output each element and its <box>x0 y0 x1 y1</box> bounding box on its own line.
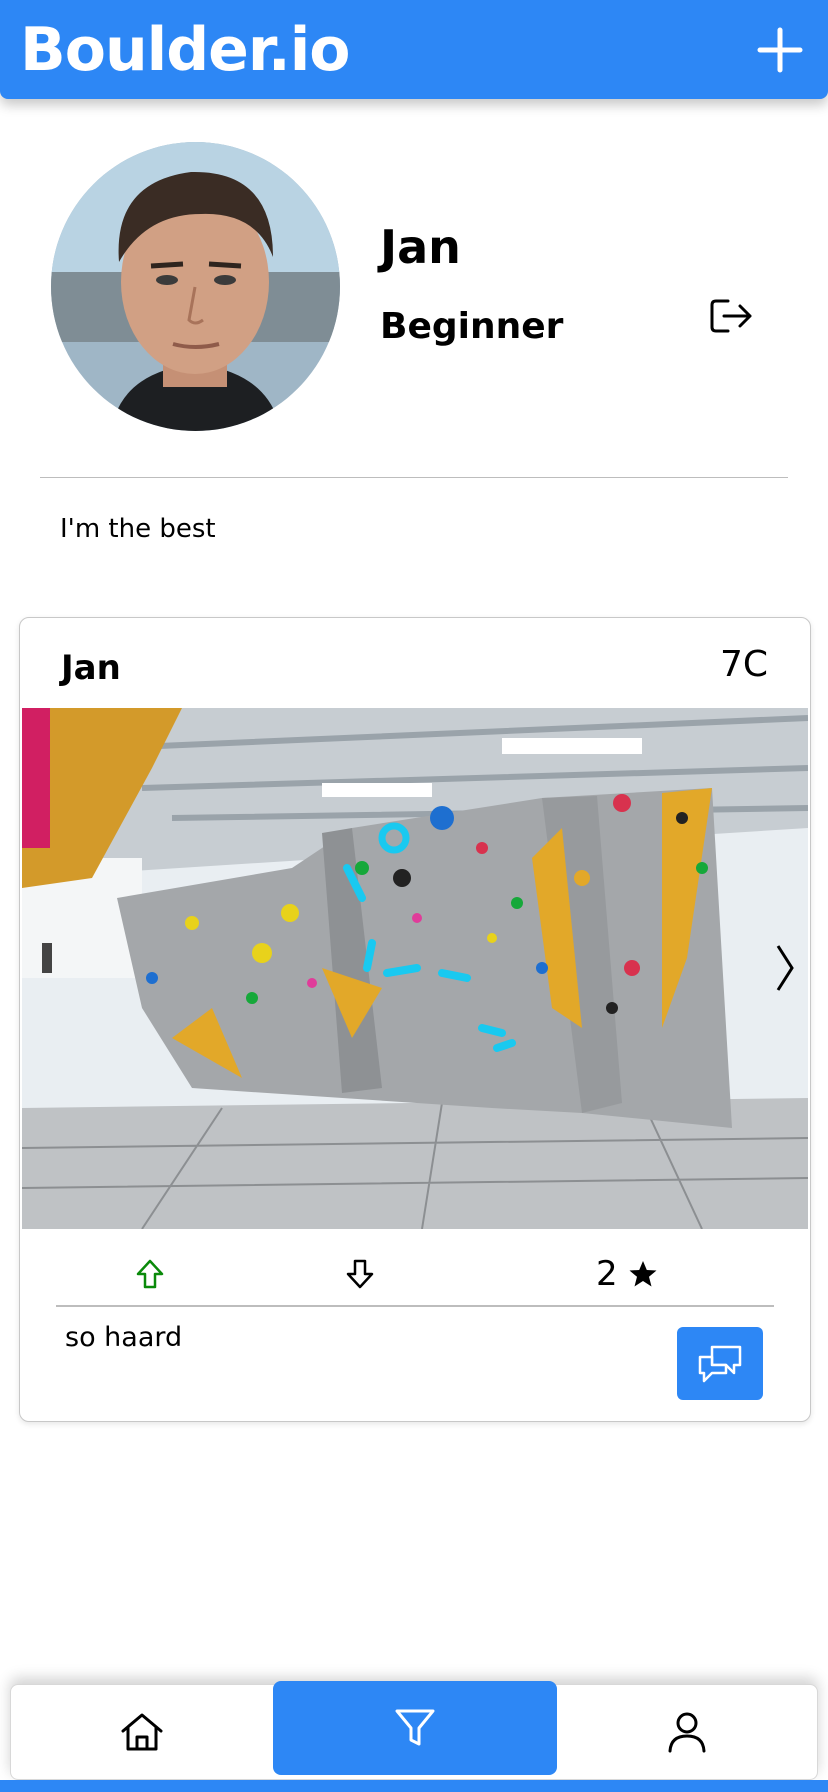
add-button[interactable] <box>750 20 810 80</box>
post-divider <box>56 1305 774 1307</box>
filter-icon <box>395 1709 435 1746</box>
chat-bubbles-icon <box>698 1345 742 1382</box>
arrow-down-icon <box>346 1259 374 1289</box>
app-header: Boulder.io <box>0 0 828 99</box>
app-title: Boulder.io <box>20 14 350 85</box>
profile-name: Jan <box>380 220 461 274</box>
post-card: Jan 7C 2 so haard <box>19 617 811 1422</box>
logout-icon <box>710 299 752 333</box>
logout-button[interactable] <box>708 295 758 345</box>
plus-icon <box>757 27 803 72</box>
downvote-button[interactable] <box>338 1252 382 1296</box>
post-comment: so haard <box>65 1322 183 1353</box>
rating: 2 <box>596 1254 658 1294</box>
bottom-strip <box>0 1780 828 1792</box>
upvote-button[interactable] <box>128 1252 172 1296</box>
comments-button[interactable] <box>677 1327 763 1400</box>
post-author: Jan <box>61 648 121 688</box>
home-icon <box>121 1713 163 1751</box>
chevron-right-icon <box>776 945 794 991</box>
nav-profile[interactable] <box>557 1685 817 1779</box>
profile-level: Beginner <box>380 306 564 347</box>
nav-filter[interactable] <box>273 1681 557 1775</box>
user-icon <box>668 1712 706 1753</box>
nav-home[interactable] <box>11 1685 273 1779</box>
bottom-nav <box>10 1681 818 1780</box>
star-icon <box>629 1261 657 1287</box>
profile-section: Jan Beginner <box>0 120 828 480</box>
avatar <box>51 142 340 431</box>
next-image-button[interactable] <box>770 938 800 998</box>
arrow-up-icon <box>136 1259 164 1289</box>
profile-bio: I'm the best <box>60 514 216 544</box>
post-grade: 7C <box>719 644 768 685</box>
rating-value: 2 <box>596 1254 618 1294</box>
post-image <box>22 708 808 1229</box>
profile-divider <box>40 477 788 478</box>
